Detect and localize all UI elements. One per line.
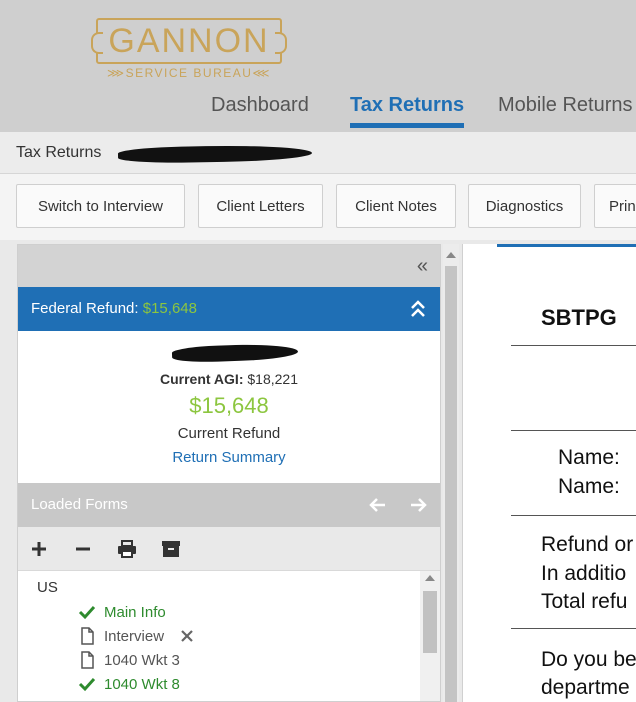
- refund-amount: $15,648: [142, 300, 197, 317]
- preview-name-label: Name:: [558, 446, 620, 469]
- list-item[interactable]: 1040 Wkt 3: [78, 651, 180, 669]
- divider: [511, 628, 636, 629]
- client-notes-button[interactable]: Client Notes: [336, 184, 456, 228]
- list-item[interactable]: Interview: [78, 627, 194, 645]
- diagnostics-button[interactable]: Diagnostics: [468, 184, 581, 228]
- loaded-forms-title: Loaded Forms: [31, 496, 128, 513]
- arrow-left-icon[interactable]: [366, 493, 390, 517]
- collapse-left-icon[interactable]: «: [417, 255, 428, 278]
- current-agi: Current AGI: $18,221: [18, 371, 440, 387]
- tab-tax-returns[interactable]: Tax Returns: [350, 94, 465, 132]
- close-icon[interactable]: [180, 629, 194, 643]
- loaded-forms-header: Loaded Forms: [18, 483, 440, 527]
- refund-header[interactable]: Federal Refund: $15,648: [18, 287, 440, 331]
- document-icon: [81, 627, 94, 645]
- preview-heading: SBTPG: [541, 305, 617, 330]
- redacted-taxpayer-name: [171, 342, 299, 364]
- tab-dashboard-label: Dashboard: [211, 94, 309, 116]
- list-item-label: 1040 Wkt 8: [104, 675, 180, 693]
- switch-to-interview-button[interactable]: Switch to Interview: [16, 184, 185, 228]
- tab-dashboard[interactable]: Dashboard: [211, 94, 309, 132]
- app-header: GANNON ⋙SERVICE BUREAU⋘ Dashboard Tax Re…: [0, 0, 636, 132]
- list-item-label: Main Info: [104, 603, 166, 621]
- preview-text-line: Refund or: [541, 533, 634, 556]
- preview-top-border: [497, 244, 636, 247]
- tab-mobile-returns-label: Mobile Returns: [498, 94, 633, 116]
- client-letters-button[interactable]: Client Letters: [198, 184, 323, 228]
- tab-tax-returns-label: Tax Returns: [350, 94, 465, 116]
- refund-title: Federal Refund: $15,648: [31, 300, 197, 317]
- return-summary-link[interactable]: Return Summary: [18, 449, 440, 466]
- redacted-client-name: [117, 144, 313, 164]
- logo-tagline-text: SERVICE BUREAU: [125, 66, 253, 80]
- divider: [511, 345, 636, 346]
- current-refund-label: Current Refund: [177, 425, 281, 442]
- action-toolbar: Switch to Interview Client Letters Clien…: [0, 174, 636, 240]
- logo-flourish-left-icon: ⋙: [107, 66, 126, 80]
- checkmark-icon: [78, 677, 96, 692]
- tree-root-us[interactable]: US: [37, 579, 58, 596]
- breadcrumb: Tax Returns: [0, 132, 636, 174]
- preview-name-label: Name:: [558, 475, 620, 498]
- checkmark-icon: [78, 605, 96, 620]
- form-preview: SBTPG Name: Name: Refund or In additio T…: [462, 244, 636, 702]
- add-form-icon[interactable]: [28, 538, 50, 560]
- sidebar-scrollbar[interactable]: [443, 244, 459, 702]
- scroll-up-icon[interactable]: [446, 252, 456, 258]
- preview-text-line: In additio: [541, 562, 627, 585]
- tree-root-label: US: [37, 579, 58, 596]
- list-item[interactable]: 1040 Wkt 8: [78, 675, 180, 693]
- agi-value: $18,221: [247, 371, 298, 387]
- collapse-up-icon[interactable]: [408, 297, 428, 321]
- scroll-up-icon[interactable]: [425, 575, 435, 581]
- preview-text-line: Total refu: [541, 590, 628, 613]
- logo-tagline: ⋙SERVICE BUREAU⋘: [96, 66, 282, 80]
- forms-tree: US Main Info Interview 1040 Wkt 3 1040 W…: [18, 571, 420, 701]
- active-tab-indicator: [350, 123, 465, 128]
- list-item-label: Interview: [104, 627, 165, 645]
- preview-text-line: departme: [541, 676, 630, 699]
- list-item[interactable]: Main Info: [78, 603, 166, 621]
- logo-name: GANNON: [108, 22, 270, 60]
- breadcrumb-label: Tax Returns: [16, 144, 102, 161]
- arrow-right-icon[interactable]: [406, 493, 430, 517]
- tab-mobile-returns[interactable]: Mobile Returns: [498, 94, 633, 132]
- scroll-thumb[interactable]: [423, 591, 437, 653]
- current-refund-amount: $15,648: [189, 393, 269, 418]
- print-button[interactable]: Prin: [594, 184, 636, 228]
- gannon-logo[interactable]: GANNON ⋙SERVICE BUREAU⋘: [91, 18, 287, 82]
- divider: [511, 430, 636, 431]
- list-item-label: 1040 Wkt 3: [104, 651, 180, 669]
- document-icon: [81, 651, 94, 669]
- refund-summary: Current AGI: $18,221 $15,648 Current Ref…: [18, 331, 440, 483]
- forms-toolbar: [18, 527, 440, 571]
- preview-text-line: Do you be: [541, 648, 636, 671]
- refund-label: Federal Refund:: [31, 300, 139, 317]
- sidebar-collapse-bar: «: [18, 245, 440, 287]
- logo-flourish-right-icon: ⋘: [252, 66, 271, 80]
- agi-label: Current AGI:: [160, 371, 244, 387]
- archive-icon[interactable]: [160, 538, 182, 560]
- print-icon[interactable]: [116, 538, 138, 560]
- divider: [511, 515, 636, 516]
- scroll-thumb[interactable]: [445, 266, 457, 702]
- remove-form-icon[interactable]: [72, 538, 94, 560]
- forms-scrollbar[interactable]: [420, 571, 440, 701]
- return-sidebar: « Federal Refund: $15,648 Current AGI: $…: [17, 244, 441, 702]
